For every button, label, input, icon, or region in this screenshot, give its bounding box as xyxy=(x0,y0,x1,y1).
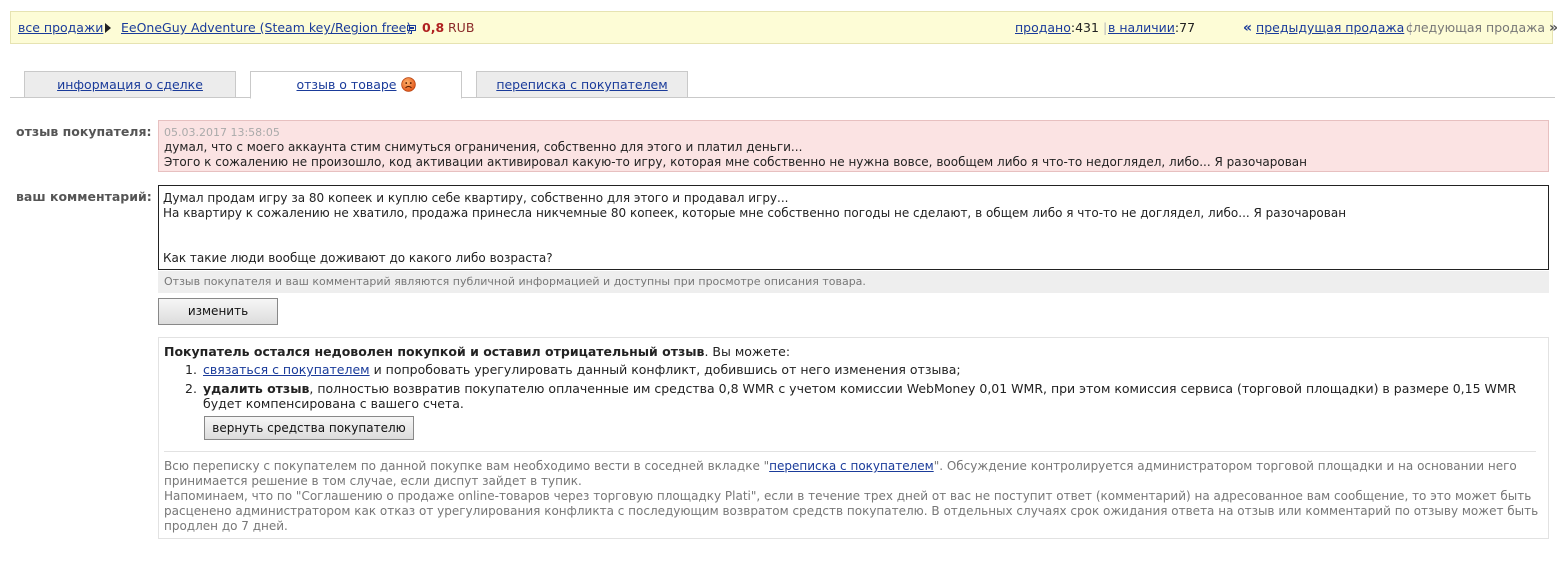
double-chevron-right-icon: » xyxy=(1549,20,1559,36)
sold-count: :431 xyxy=(1070,20,1099,35)
list-number: 1. xyxy=(185,362,197,377)
tab-deal-info[interactable]: информация о сделке xyxy=(24,71,236,98)
sale-price: 0,8 xyxy=(422,20,445,35)
delete-review-label: удалить отзыв xyxy=(203,381,310,396)
previous-sale-link[interactable]: предыдущая продажа xyxy=(1256,20,1404,35)
next-sale-label: следующая продажа xyxy=(1406,20,1546,35)
review-date: 05.03.2017 13:58:05 xyxy=(164,126,280,139)
list-item: 2. удалить отзыв, полностью возвратив по… xyxy=(185,381,1525,411)
divider xyxy=(164,451,1536,452)
tab-deal-info-label[interactable]: информация о сделке xyxy=(57,77,203,92)
list-item: 1. связаться с покупателем и попробовать… xyxy=(185,362,1525,377)
buyer-review-label: отзыв покупателя: xyxy=(16,124,152,139)
option-text: , полностью возвратив покупателю оплачен… xyxy=(203,381,1517,411)
separator: | xyxy=(1102,20,1108,35)
cart-icon[interactable] xyxy=(407,25,416,34)
sold-link[interactable]: продано xyxy=(1015,20,1071,35)
seller-comment-field[interactable]: Думал продам игру за 80 копеек и куплю с… xyxy=(158,185,1549,270)
next-sale-nav: следующая продажа » xyxy=(1406,20,1558,36)
negative-review-info-panel: Покупатель остался недоволен покупкой и … xyxy=(158,337,1549,539)
price-currency: RUB xyxy=(448,20,475,35)
refund-buyer-button[interactable]: вернуть средства покупателю xyxy=(204,416,414,440)
option-text: и попробовать урегулировать данный конфл… xyxy=(369,362,961,377)
tab-buyer-chat-label[interactable]: переписка с покупателем xyxy=(496,77,667,92)
all-sales-link[interactable]: все продажи xyxy=(18,20,103,35)
buyer-review-box: 05.03.2017 13:58:05 думал, что с моего а… xyxy=(158,120,1549,172)
info-headline-bold: Покупатель остался недоволен покупкой и … xyxy=(164,344,705,359)
tab-product-review-label[interactable]: отзыв о товаре xyxy=(297,77,397,92)
sad-face-icon xyxy=(400,76,416,92)
double-chevron-left-icon[interactable]: « xyxy=(1243,20,1252,36)
review-text-line: Этого к сожалению не произошло, код акти… xyxy=(164,155,1308,169)
sale-navigation-bar: все продажи EeOneGuy Adventure (Steam ke… xyxy=(10,11,1558,44)
list-number: 2. xyxy=(185,381,197,396)
dispute-footer-note: Всю переписку с покупателем по данной по… xyxy=(164,459,1542,534)
contact-buyer-link[interactable]: связаться с покупателем xyxy=(203,362,370,377)
info-headline-rest: . Вы можете: xyxy=(704,344,791,359)
product-title-link[interactable]: EeOneGuy Adventure (Steam key/Region fre… xyxy=(121,20,411,35)
breadcrumb-arrow-icon xyxy=(105,23,111,33)
review-text-line: думал, что с моего аккаунта стим снимуть… xyxy=(164,140,803,154)
footer-text: Всю переписку с покупателем по данной по… xyxy=(164,459,770,473)
public-info-note: Отзыв покупателя и ваш комментарий являю… xyxy=(158,271,1549,293)
previous-sale-nav: « предыдущая продажа | xyxy=(1243,20,1413,36)
stock-counter: в наличии:77 xyxy=(1108,20,1195,35)
info-headline: Покупатель остался недоволен покупкой и … xyxy=(164,344,790,359)
sold-counter: продано:431 | xyxy=(1015,20,1107,35)
tab-buyer-chat[interactable]: переписка с покупателем xyxy=(476,71,688,98)
edit-comment-button[interactable]: изменить xyxy=(158,298,278,325)
stock-count: :77 xyxy=(1174,20,1196,35)
tabs-baseline xyxy=(10,97,1555,98)
tab-product-review[interactable]: отзыв о товаре xyxy=(250,71,462,99)
footer-paragraph: Всю переписку с покупателем по данной по… xyxy=(164,459,1542,489)
buyer-chat-link[interactable]: переписка с покупателем xyxy=(769,459,934,473)
footer-paragraph: Напоминаем, что по "Соглашению о продаже… xyxy=(164,489,1539,533)
in-stock-link[interactable]: в наличии xyxy=(1108,20,1175,35)
your-comment-label: ваш комментарий: xyxy=(16,189,152,204)
options-list: 1. связаться с покупателем и попробовать… xyxy=(185,362,1525,415)
